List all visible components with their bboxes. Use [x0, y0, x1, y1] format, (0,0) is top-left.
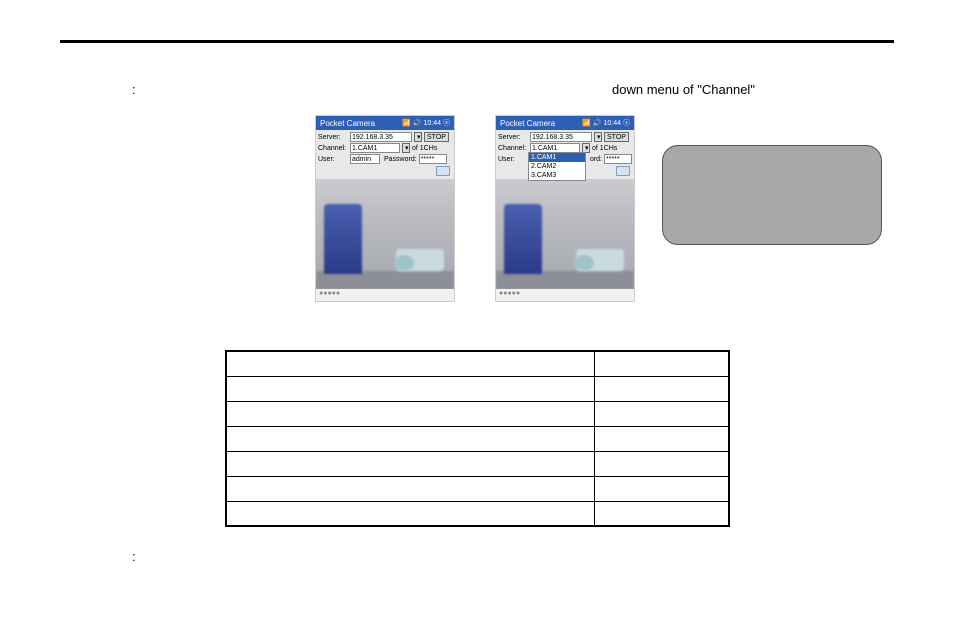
password-input[interactable]: ***** [604, 154, 632, 164]
table-cell [594, 451, 729, 476]
pda-form: Server: 192.168.3.35 ▾ STOP Channel: 1.C… [316, 130, 454, 179]
spec-table [225, 350, 730, 527]
channel-dropdown-icon[interactable]: ▾ [402, 143, 410, 153]
keyboard-icon[interactable] [616, 166, 630, 176]
table-cell [594, 501, 729, 526]
channel-suffix: of 1CHs [592, 145, 617, 152]
pda-title-text: Pocket Camera [320, 119, 375, 128]
screenshots-row: Pocket Camera 📶 🔊 10:44 ⓧ Server: 192.16… [315, 115, 635, 302]
table-cell [594, 401, 729, 426]
horizontal-rule [60, 40, 894, 43]
table-row [226, 376, 729, 401]
pda-title-text: Pocket Camera [500, 119, 555, 128]
table-cell [226, 451, 594, 476]
dropdown-option[interactable]: 1.CAM1 [529, 153, 585, 162]
password-input[interactable]: ***** [419, 154, 447, 164]
table-cell [226, 401, 594, 426]
table-row [226, 476, 729, 501]
table-cell [226, 501, 594, 526]
server-dropdown-icon[interactable]: ▾ [414, 132, 422, 142]
server-input[interactable]: 192.168.3.35 [530, 132, 592, 142]
server-input[interactable]: 192.168.3.35 [350, 132, 412, 142]
note-callout-box [662, 145, 882, 245]
stop-button[interactable]: STOP [604, 132, 629, 142]
dropdown-option[interactable]: 3.CAM3 [529, 171, 585, 180]
line1-text: down menu of "Channel" [612, 82, 755, 97]
user-input[interactable]: admin [350, 154, 380, 164]
pda-titlebar: Pocket Camera 📶 🔊 10:44 ⓧ [316, 116, 454, 130]
server-dropdown-icon[interactable]: ▾ [594, 132, 602, 142]
table-row [226, 351, 729, 376]
table-cell [226, 376, 594, 401]
table-cell [226, 426, 594, 451]
table-row [226, 401, 729, 426]
table-cell [594, 476, 729, 501]
channel-dropdown-list[interactable]: 1.CAM1 2.CAM2 3.CAM3 [528, 152, 586, 181]
table-cell [594, 376, 729, 401]
table-row [226, 426, 729, 451]
pda-video-preview [316, 179, 454, 289]
channel-label: Channel: [318, 145, 348, 152]
pda-screenshot-open: Pocket Camera 📶 🔊 10:44 ⓧ Server: 192.16… [495, 115, 635, 302]
table-cell [594, 426, 729, 451]
pda-form: Server: 192.168.3.35 ▾ STOP Channel: 1.C… [496, 130, 634, 179]
table-cell [226, 476, 594, 501]
pda-bottom-bar: ●●●●● [496, 289, 634, 301]
pda-bottom-bar: ●●●●● [316, 289, 454, 301]
password-label: Password: [384, 156, 417, 163]
table-row [226, 451, 729, 476]
pda-status-icons: 📶 🔊 10:44 ⓧ [582, 118, 630, 128]
pda-screenshot-closed: Pocket Camera 📶 🔊 10:44 ⓧ Server: 192.16… [315, 115, 455, 302]
channel-suffix: of 1CHs [412, 145, 437, 152]
pda-status-icons: 📶 🔊 10:44 ⓧ [402, 118, 450, 128]
server-label: Server: [498, 134, 528, 141]
server-label: Server: [318, 134, 348, 141]
dropdown-option[interactable]: 2.CAM2 [529, 162, 585, 171]
table-row [226, 501, 729, 526]
leading-colon-2: : [132, 549, 136, 564]
user-label: User: [318, 156, 348, 163]
table-cell [226, 351, 594, 376]
table-cell [594, 351, 729, 376]
pda-titlebar: Pocket Camera 📶 🔊 10:44 ⓧ [496, 116, 634, 130]
user-label: User: [498, 156, 526, 163]
leading-colon-1: : [132, 82, 136, 97]
channel-input[interactable]: 1.CAM1 [350, 143, 400, 153]
stop-button[interactable]: STOP [424, 132, 449, 142]
pda-video-preview [496, 179, 634, 289]
keyboard-icon[interactable] [436, 166, 450, 176]
ord-label: ord: [590, 156, 602, 163]
channel-label: Channel: [498, 145, 528, 152]
